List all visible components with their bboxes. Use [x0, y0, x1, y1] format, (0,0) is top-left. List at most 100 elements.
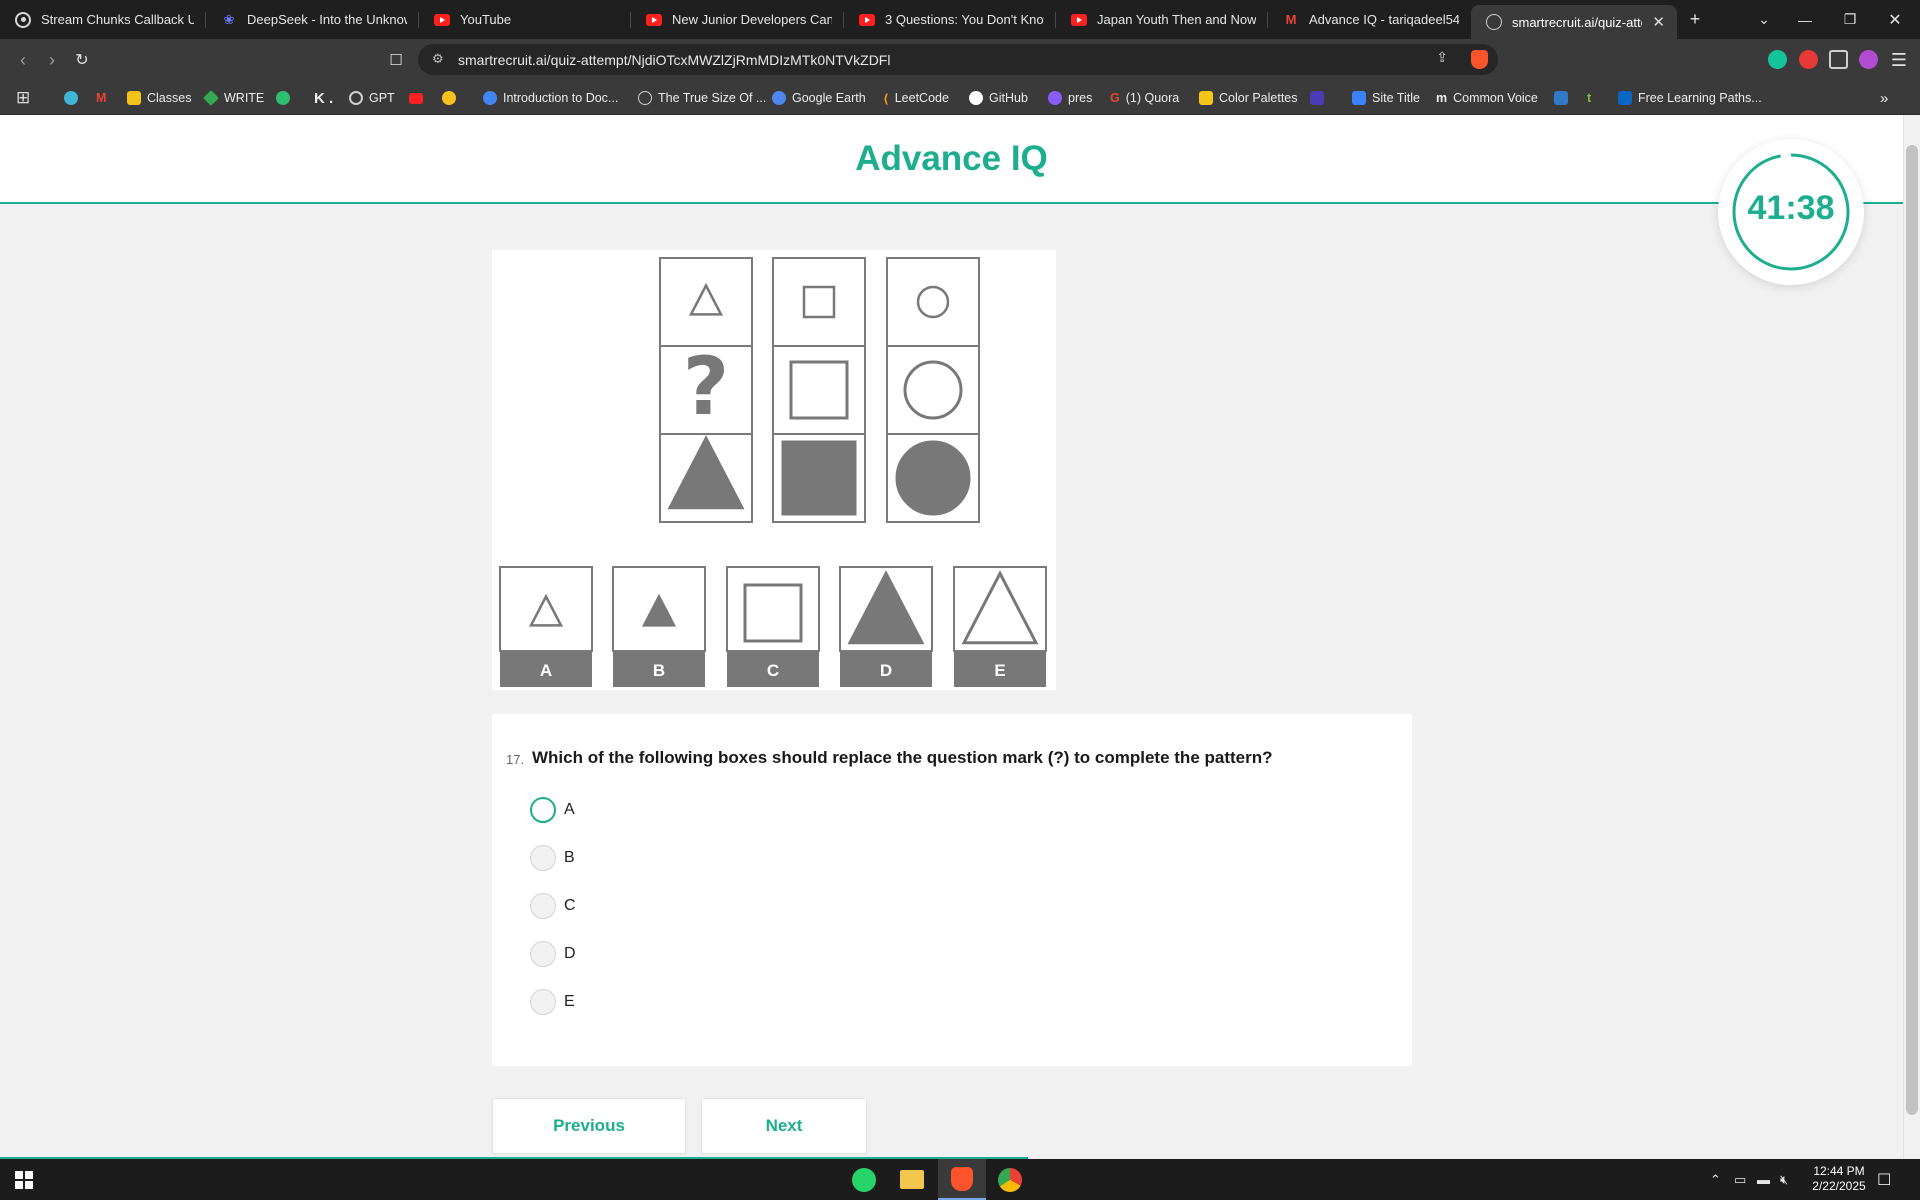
- option-a[interactable]: A: [530, 796, 575, 824]
- bookmark-label: GPT: [369, 91, 395, 105]
- option-label: B: [564, 849, 575, 866]
- minimize-button[interactable]: —: [1787, 0, 1823, 39]
- restore-button[interactable]: ❐: [1832, 0, 1868, 39]
- browser-tab-active[interactable]: smartrecruit.ai/quiz-attem ✕: [1471, 5, 1677, 39]
- share-icon[interactable]: ⇪: [1436, 49, 1448, 66]
- menu-icon[interactable]: ☰: [1884, 45, 1914, 75]
- bookmark-item[interactable]: [64, 81, 78, 115]
- bookmark-item[interactable]: ⟨ LeetCode: [883, 81, 949, 115]
- answer-label: E: [994, 661, 1005, 680]
- bookmark-item[interactable]: GPT: [349, 81, 395, 115]
- previous-button[interactable]: Previous: [492, 1098, 686, 1154]
- tab-title: Stream Chunks Callback Updat: [41, 12, 194, 27]
- bookmark-item[interactable]: Google Earth: [772, 81, 866, 115]
- ts-icon: [1554, 91, 1568, 105]
- bookmark-item[interactable]: GitHub: [969, 81, 1028, 115]
- bookmark-item[interactable]: Site Title: [1352, 81, 1420, 115]
- tray-overflow-icon[interactable]: ⌃: [1710, 1159, 1721, 1200]
- bookmark-label: (1) Quora: [1125, 91, 1180, 105]
- bookmark-item[interactable]: The True Size Of ...: [638, 81, 766, 115]
- bookmark-page-icon[interactable]: ☐: [381, 45, 411, 75]
- youtube-icon: [1071, 13, 1087, 26]
- browser-tab[interactable]: 3 Questions: You Don't Know: [844, 0, 1056, 39]
- page-scrollbar[interactable]: [1903, 115, 1920, 1159]
- address-bar[interactable]: ⚙ smartrecruit.ai/quiz-attempt/NjdiOTcxM…: [418, 44, 1498, 75]
- option-c[interactable]: C: [530, 892, 576, 920]
- reload-icon[interactable]: ↻: [67, 45, 97, 75]
- clock-time: 12:44 PM: [1813, 1164, 1865, 1178]
- file-explorer-icon[interactable]: [888, 1159, 936, 1200]
- chrome-icon[interactable]: [986, 1159, 1034, 1200]
- forward-icon[interactable]: ›: [37, 45, 67, 75]
- bookmark-item[interactable]: t: [1587, 81, 1591, 115]
- option-b[interactable]: B: [530, 844, 575, 872]
- bookmark-item[interactable]: G (1) Quora: [1110, 81, 1179, 115]
- bookmark-item[interactable]: M: [96, 81, 106, 115]
- whatsapp-icon[interactable]: [840, 1159, 888, 1200]
- option-radio[interactable]: [530, 893, 556, 919]
- volume-muted-icon[interactable]: 🔇︎: [1780, 1159, 1788, 1200]
- option-label: C: [564, 897, 576, 914]
- mozilla-icon: m: [1436, 91, 1448, 105]
- brave-icon[interactable]: [938, 1159, 986, 1200]
- system-clock[interactable]: 12:44 PM 2/22/2025: [1805, 1164, 1873, 1194]
- bookmark-item[interactable]: [276, 81, 290, 115]
- grid-cell: [772, 257, 866, 347]
- bookmark-item[interactable]: Classes: [127, 81, 191, 115]
- bookmark-label: WRITE: [224, 91, 265, 105]
- browser-tab[interactable]: Stream Chunks Callback Updat: [0, 0, 206, 39]
- bookmark-item[interactable]: pres: [1048, 81, 1092, 115]
- browser-tab[interactable]: ❀ DeepSeek - Into the Unknown: [206, 0, 419, 39]
- option-radio[interactable]: [530, 845, 556, 871]
- option-radio[interactable]: [530, 797, 556, 823]
- brave-shields-icon[interactable]: [1471, 50, 1488, 69]
- bookmarks-overflow-icon[interactable]: »: [1880, 81, 1888, 115]
- bookmark-item[interactable]: K .: [308, 81, 333, 115]
- answer-label: B: [653, 661, 665, 680]
- browser-tab[interactable]: New Junior Developers Can't A: [631, 0, 844, 39]
- answer-label: A: [540, 661, 552, 680]
- option-radio[interactable]: [530, 941, 556, 967]
- extensions-puzzle-icon[interactable]: [1829, 50, 1848, 69]
- option-radio[interactable]: [530, 989, 556, 1015]
- question-card: 17. Which of the following boxes should …: [492, 714, 1412, 1066]
- bookmark-item[interactable]: m Common Voice: [1436, 81, 1538, 115]
- site-icon: [1352, 91, 1366, 105]
- quora-icon: G: [1110, 91, 1120, 105]
- tab-title: DeepSeek - Into the Unknown: [247, 12, 407, 27]
- bookmark-item[interactable]: WRITE: [203, 81, 265, 115]
- bookmark-item[interactable]: Introduction to Doc...: [483, 81, 618, 115]
- notifications-icon[interactable]: ☐: [1877, 1159, 1891, 1200]
- battery-icon[interactable]: ▬: [1757, 1159, 1770, 1200]
- network-icon[interactable]: ▭: [1734, 1159, 1746, 1200]
- new-tab-button[interactable]: +: [1677, 0, 1713, 39]
- apps-grid-icon[interactable]: ⊞: [16, 81, 30, 115]
- tab-search-icon[interactable]: ⌄: [1746, 0, 1782, 39]
- grammarly-icon[interactable]: [1768, 50, 1787, 69]
- bookmark-item[interactable]: [409, 81, 423, 115]
- close-tab-icon[interactable]: ✕: [1652, 13, 1665, 31]
- bookmark-item[interactable]: Free Learning Paths...: [1618, 81, 1762, 115]
- browser-tab[interactable]: Japan Youth Then and Now#ja: [1056, 0, 1268, 39]
- browser-tab[interactable]: M Advance IQ - tariqadeel545@: [1268, 0, 1471, 39]
- scrollbar-thumb[interactable]: [1906, 145, 1918, 1115]
- bookmark-item[interactable]: Color Palettes: [1199, 81, 1298, 115]
- browser-tab[interactable]: YouTube: [419, 0, 631, 39]
- close-window-button[interactable]: ✕: [1877, 0, 1913, 39]
- bookmark-label: Google Earth: [792, 91, 866, 105]
- profile-icon[interactable]: [1859, 50, 1878, 69]
- next-button[interactable]: Next: [701, 1098, 867, 1154]
- site-settings-icon[interactable]: ⚙: [432, 51, 444, 67]
- bookmark-item[interactable]: [442, 81, 456, 115]
- option-d[interactable]: D: [530, 940, 576, 968]
- option-e[interactable]: E: [530, 988, 575, 1016]
- windows-start-icon[interactable]: [0, 1159, 48, 1200]
- bookmark-label: Classes: [147, 91, 192, 105]
- bookmark-item[interactable]: [1310, 81, 1324, 115]
- extension-icon[interactable]: [1799, 50, 1818, 69]
- bookmark-item[interactable]: [1554, 81, 1568, 115]
- globe-icon: [1486, 14, 1502, 30]
- back-icon[interactable]: ‹: [8, 45, 38, 75]
- tab-title: New Junior Developers Can't A: [672, 12, 832, 27]
- countdown-timer: 41:38: [1718, 139, 1864, 285]
